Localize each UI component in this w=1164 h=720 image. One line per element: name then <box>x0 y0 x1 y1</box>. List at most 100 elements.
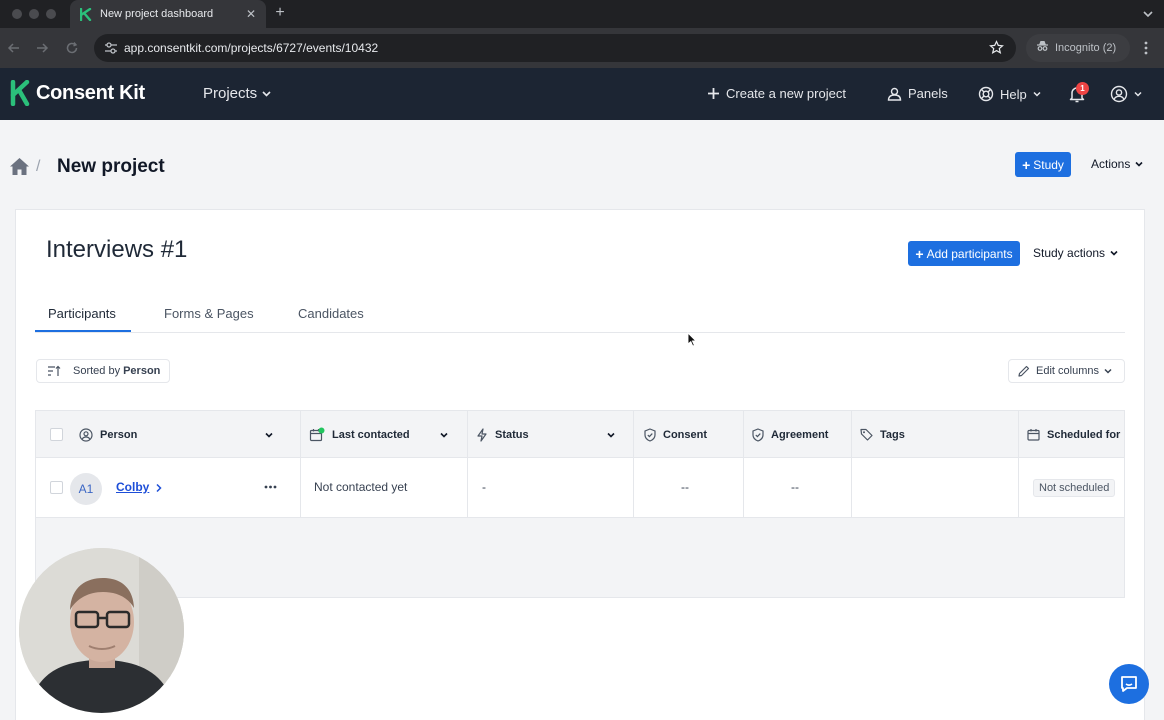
column-label: Tags <box>880 428 905 441</box>
column-divider <box>851 411 852 518</box>
edit-columns-label: Edit columns <box>1036 365 1099 377</box>
sort-chip[interactable]: Sorted by Person <box>36 359 170 383</box>
chevron-down-icon <box>1110 250 1118 256</box>
breadcrumb-separator: / <box>36 158 41 175</box>
chevron-down-icon <box>1134 91 1142 97</box>
avatar: A1 <box>70 473 102 505</box>
bookmark-star-icon[interactable] <box>989 40 1004 55</box>
tab-participants[interactable]: Participants <box>48 306 116 321</box>
calendar-icon <box>1027 429 1040 441</box>
browser-tab[interactable]: New project dashboard ✕ <box>70 0 266 28</box>
create-project-button[interactable]: Create a new project <box>707 86 846 101</box>
column-divider <box>300 411 301 518</box>
add-study-label: Study <box>1033 157 1064 172</box>
create-project-label: Create a new project <box>726 86 846 101</box>
user-menu[interactable] <box>1110 85 1143 103</box>
page-title: New project <box>57 156 165 177</box>
site-settings-icon[interactable] <box>104 41 118 55</box>
incognito-indicator[interactable]: Incognito (2) <box>1026 34 1130 62</box>
last-contacted-cell: Not contacted yet <box>314 480 408 494</box>
column-label: Person <box>100 428 138 441</box>
window-minimize-dot[interactable] <box>29 9 39 19</box>
column-header-tags[interactable]: Tags <box>860 411 905 458</box>
edit-columns-button[interactable]: Edit columns <box>1008 359 1125 383</box>
address-bar[interactable]: app.consentkit.com/projects/6727/events/… <box>94 34 1016 62</box>
panels-label: Panels <box>908 86 948 101</box>
column-header-consent[interactable]: Consent <box>644 411 707 458</box>
column-label: Agreement <box>771 428 829 441</box>
browser-menu-icon[interactable] <box>1138 40 1154 56</box>
table-row[interactable]: A1 Colby Not contacted yet - -- -- Not s… <box>36 458 1124 518</box>
lightning-icon <box>477 427 487 442</box>
tabs-divider <box>35 332 1125 333</box>
add-participants-label: Add participants <box>926 246 1013 261</box>
actions-label: Actions <box>1091 157 1131 171</box>
table-header: Person Last contacted Status Consent Agr… <box>36 411 1124 458</box>
column-header-agreement[interactable]: Agreement <box>752 411 828 458</box>
chevron-right-icon <box>156 483 162 493</box>
lifebuoy-icon <box>978 86 994 102</box>
tab-forms-pages[interactable]: Forms & Pages <box>164 306 254 321</box>
logo-k-icon <box>10 80 30 106</box>
study-actions-label: Study actions <box>1033 246 1106 260</box>
active-tab-indicator <box>35 330 131 332</box>
column-header-person[interactable]: Person <box>79 411 137 458</box>
participants-table: Person Last contacted Status Consent Agr… <box>35 410 1125 598</box>
chevron-down-icon[interactable] <box>606 411 623 458</box>
help-menu[interactable]: Help <box>978 86 1042 102</box>
back-arrow-icon[interactable] <box>6 40 22 56</box>
home-icon[interactable] <box>9 157 30 176</box>
chevron-down-icon[interactable] <box>439 411 456 458</box>
projects-menu[interactable]: Projects <box>203 85 272 102</box>
column-label: Scheduled for <box>1047 428 1121 441</box>
column-label: Last contacted <box>332 428 410 441</box>
actions-menu[interactable]: Actions <box>1091 157 1144 171</box>
tab-close-icon[interactable]: ✕ <box>244 7 258 21</box>
column-divider <box>467 411 468 518</box>
browser-tab-bar: New project dashboard ✕ + <box>0 0 1164 28</box>
study-title: Interviews #1 <box>46 236 188 263</box>
window-close-dot[interactable] <box>12 9 22 19</box>
chevron-down-icon <box>1033 91 1041 97</box>
shield-check-icon <box>644 427 656 442</box>
add-participants-button[interactable]: + Add participants <box>908 241 1020 266</box>
column-divider <box>743 411 744 518</box>
person-link[interactable]: Colby <box>116 480 149 494</box>
reload-icon[interactable] <box>64 40 80 56</box>
chevron-down-icon <box>1104 368 1112 374</box>
consent-kit-logo[interactable]: Consent Kit <box>10 80 145 106</box>
window-zoom-dot[interactable] <box>46 9 56 19</box>
plus-icon: + <box>1022 156 1031 173</box>
chevron-down-icon[interactable] <box>264 411 281 458</box>
select-all-checkbox[interactable] <box>50 428 63 441</box>
panels-link[interactable]: Panels <box>887 86 948 101</box>
webcam-overlay <box>19 548 184 713</box>
tag-icon <box>860 428 873 441</box>
tab-search-chevron-icon[interactable] <box>1140 6 1156 22</box>
scheduled-badge: Not scheduled <box>1033 479 1116 497</box>
users-icon <box>887 87 902 101</box>
logo-text: Consent Kit <box>36 81 145 104</box>
mouse-cursor-icon <box>687 332 697 347</box>
study-actions-menu[interactable]: Study actions <box>1033 246 1119 260</box>
person-circle-icon <box>79 427 93 442</box>
calendar-icon <box>309 427 325 441</box>
forward-arrow-icon[interactable] <box>34 40 50 56</box>
row-checkbox[interactable] <box>50 481 63 494</box>
column-header-last-contacted[interactable]: Last contacted <box>309 411 410 458</box>
chevron-down-icon <box>1135 161 1143 167</box>
chevron-down-icon <box>262 91 271 97</box>
tab-title: New project dashboard <box>100 8 214 20</box>
tab-candidates[interactable]: Candidates <box>298 306 364 321</box>
incognito-icon <box>1036 39 1049 57</box>
column-header-status[interactable]: Status <box>476 411 529 458</box>
presenter-video-image <box>19 548 184 713</box>
column-header-scheduled-for[interactable]: Scheduled for <box>1027 411 1120 458</box>
new-tab-icon[interactable]: + <box>272 4 288 22</box>
incognito-label: Incognito (2) <box>1055 42 1117 54</box>
plus-icon <box>708 88 719 99</box>
support-chat-button[interactable] <box>1109 664 1149 704</box>
projects-menu-label: Projects <box>203 85 258 102</box>
more-options-icon[interactable] <box>264 485 277 489</box>
add-study-button[interactable]: + Study <box>1015 152 1071 177</box>
